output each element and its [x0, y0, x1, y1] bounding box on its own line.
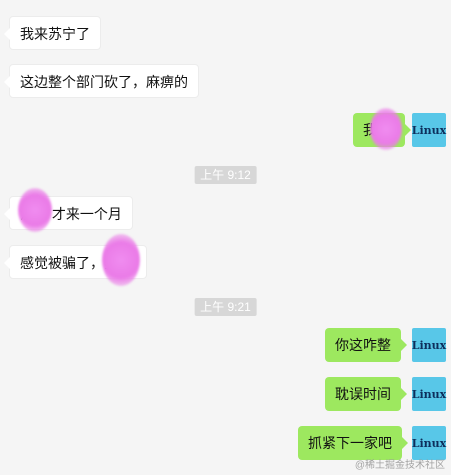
watermark: @稀土掘金技术社区: [354, 460, 445, 471]
message-bubble[interactable]: 我: [353, 113, 411, 147]
message-bubble[interactable]: 我来苏宁了: [4, 16, 101, 50]
message-text: 抓紧下一家吧: [308, 435, 392, 451]
message-text: 我: [363, 122, 377, 138]
avatar-label: Linux: [411, 387, 447, 401]
timestamp: 上午 9:12: [194, 166, 257, 184]
avatar[interactable]: Linux: [412, 426, 446, 460]
message-bubble[interactable]: 抓紧下一家吧: [298, 426, 408, 460]
message-text: 耽误时间: [335, 386, 391, 402]
message-text: 我来苏宁了: [20, 26, 90, 42]
message-text: 这边整个部门砍了，麻痹的: [20, 74, 188, 90]
message-bubble[interactable]: 你这咋整: [325, 328, 407, 362]
message-bubble[interactable]: 耽误时间: [325, 377, 407, 411]
message-bubble[interactable]: 这边整个部门砍了，麻痹的: [4, 64, 199, 98]
message-text: 感觉被骗了，狗 的: [20, 255, 136, 271]
avatar-label: Linux: [411, 338, 447, 352]
chat-window: 我来苏宁了 这边整个部门砍了，麻痹的 我 Linux 上午 9:12 汶 ，才来…: [0, 0, 451, 475]
avatar-label: Linux: [411, 436, 447, 450]
message-text: 汶 ，才来一个月: [20, 206, 122, 222]
timestamp: 上午 9:21: [194, 298, 257, 316]
message-bubble[interactable]: 汶 ，才来一个月: [4, 196, 133, 230]
message-bubble[interactable]: 感觉被骗了，狗 的: [4, 245, 147, 279]
message-text: 你这咋整: [335, 337, 391, 353]
avatar[interactable]: Linux: [412, 328, 446, 362]
avatar[interactable]: Linux: [412, 377, 446, 411]
avatar[interactable]: Linux: [412, 113, 446, 147]
avatar-label: Linux: [411, 123, 447, 137]
